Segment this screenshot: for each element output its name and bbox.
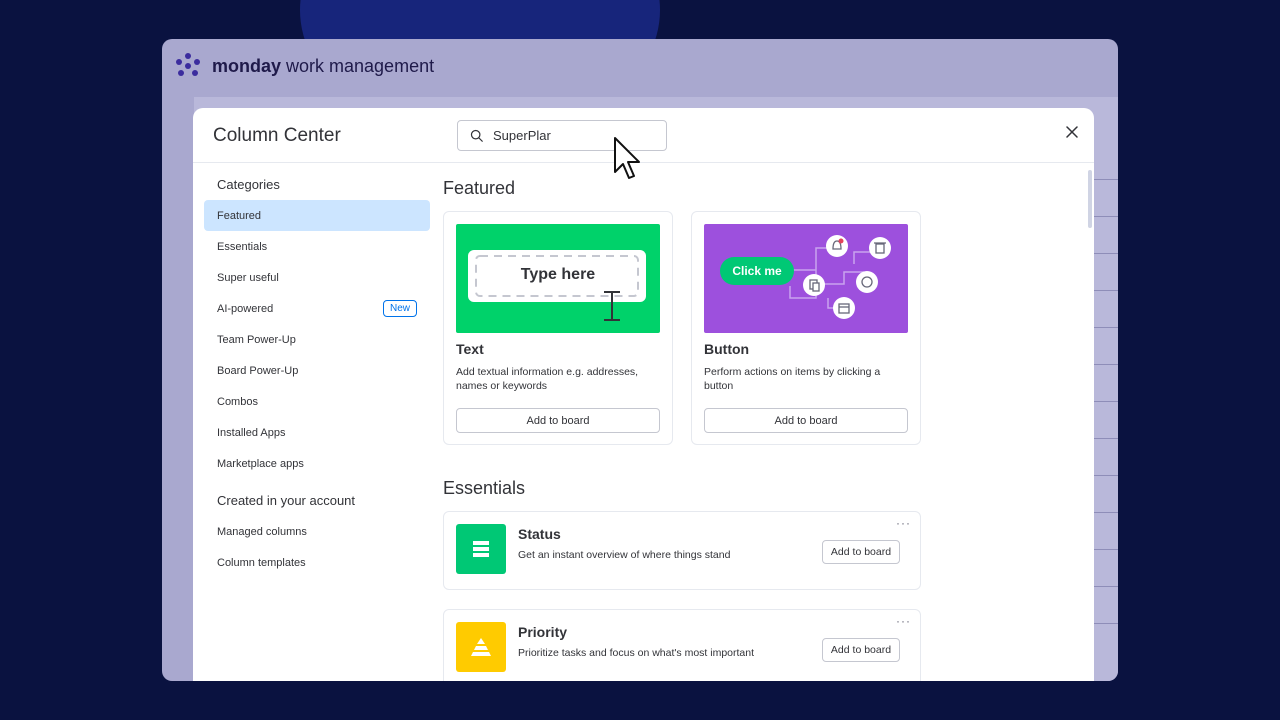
sidebar-item-installed-apps[interactable]: Installed Apps — [204, 417, 430, 448]
sidebar-item-column-templates[interactable]: Column templates — [204, 547, 430, 578]
sidebar-item-managed-columns[interactable]: Managed columns — [204, 516, 430, 547]
status-icon — [456, 524, 506, 574]
essentials-title: Essentials — [443, 478, 526, 498]
sidebar-item-label: AI-powered — [217, 302, 274, 315]
category-sidebar: Categories Featured Essentials Super use… — [204, 163, 430, 681]
text-column-image: Type here — [456, 224, 660, 333]
sidebar-item-featured[interactable]: Featured — [204, 200, 430, 231]
essential-card-name: Status — [518, 526, 561, 542]
close-icon[interactable] — [1064, 124, 1080, 140]
categories-heading: Categories — [217, 177, 280, 192]
featured-card-name: Text — [456, 341, 484, 357]
sidebar-item-essentials[interactable]: Essentials — [204, 231, 430, 262]
sidebar-item-label: Combos — [217, 395, 258, 408]
sidebar-item-label: Marketplace apps — [217, 457, 304, 470]
more-options-icon[interactable]: ··· — [896, 614, 911, 628]
sidebar-item-ai-powered[interactable]: AI-powered New — [204, 293, 430, 324]
sidebar-item-label: Installed Apps — [217, 426, 286, 439]
sidebar-item-combos[interactable]: Combos — [204, 386, 430, 417]
priority-icon — [456, 622, 506, 672]
more-options-icon[interactable]: ··· — [896, 516, 911, 530]
sidebar-item-team-power-up[interactable]: Team Power-Up — [204, 324, 430, 355]
add-button-to-board-button[interactable]: Add to board — [704, 408, 908, 433]
essential-card-description: Prioritize tasks and focus on what's mos… — [518, 647, 755, 659]
new-badge: New — [382, 300, 417, 317]
sidebar-item-board-power-up[interactable]: Board Power-Up — [204, 355, 430, 386]
sidebar-item-label: Managed columns — [217, 525, 307, 538]
account-heading: Created in your account — [217, 493, 356, 508]
background-board-rows — [1090, 179, 1118, 681]
essential-card-description: Get an instant overview of where things … — [518, 549, 731, 561]
featured-card-description: Add textual information e.g. addresses, … — [456, 366, 639, 392]
sidebar-item-label: Column templates — [217, 556, 306, 569]
sidebar-item-label: Super useful — [217, 271, 279, 284]
sidebar-item-marketplace-apps[interactable]: Marketplace apps — [204, 448, 430, 479]
sidebar-item-label: Featured — [217, 209, 262, 222]
add-status-to-board-button[interactable]: Add to board — [822, 540, 900, 564]
essential-card-name: Priority — [518, 624, 568, 640]
essential-card-priority: Priority Prioritize tasks and focus on w… — [443, 609, 921, 681]
brand-name: monday work management — [212, 55, 435, 76]
featured-card-description: Perform actions on items by clicking a b… — [704, 366, 881, 392]
add-text-to-board-button[interactable]: Add to board — [456, 408, 660, 433]
column-center-modal: Column Center Categories Featured Essent… — [193, 108, 1094, 681]
type-here-label: Type here — [520, 266, 596, 283]
button-column-image: Click me — [704, 224, 908, 333]
featured-card-name: Button — [704, 341, 750, 357]
scrollbar[interactable] — [1088, 170, 1092, 228]
monday-logo-icon — [174, 53, 202, 79]
click-me-label: Click me — [732, 264, 782, 278]
brand: monday work management — [174, 53, 434, 79]
modal-header: Column Center — [193, 108, 1094, 179]
modal-title: Column Center — [213, 125, 341, 146]
sidebar-item-label: Team Power-Up — [217, 333, 296, 346]
button-illustration — [720, 235, 891, 319]
essential-card-status: Status Get an instant overview of where … — [443, 511, 921, 590]
column-list: Featured Type here Text Add textual info… — [443, 163, 1082, 681]
sidebar-item-label: Board Power-Up — [217, 364, 299, 377]
add-priority-to-board-button[interactable]: Add to board — [822, 638, 900, 662]
featured-card-button: Click me Button Perform actions on items… — [691, 211, 921, 445]
sidebar-item-label: Essentials — [217, 240, 268, 253]
featured-card-text: Type here Text Add textual information e… — [443, 211, 673, 445]
search-icon — [470, 129, 483, 142]
featured-title: Featured — [443, 178, 516, 198]
sidebar-item-super-useful[interactable]: Super useful — [204, 262, 430, 293]
